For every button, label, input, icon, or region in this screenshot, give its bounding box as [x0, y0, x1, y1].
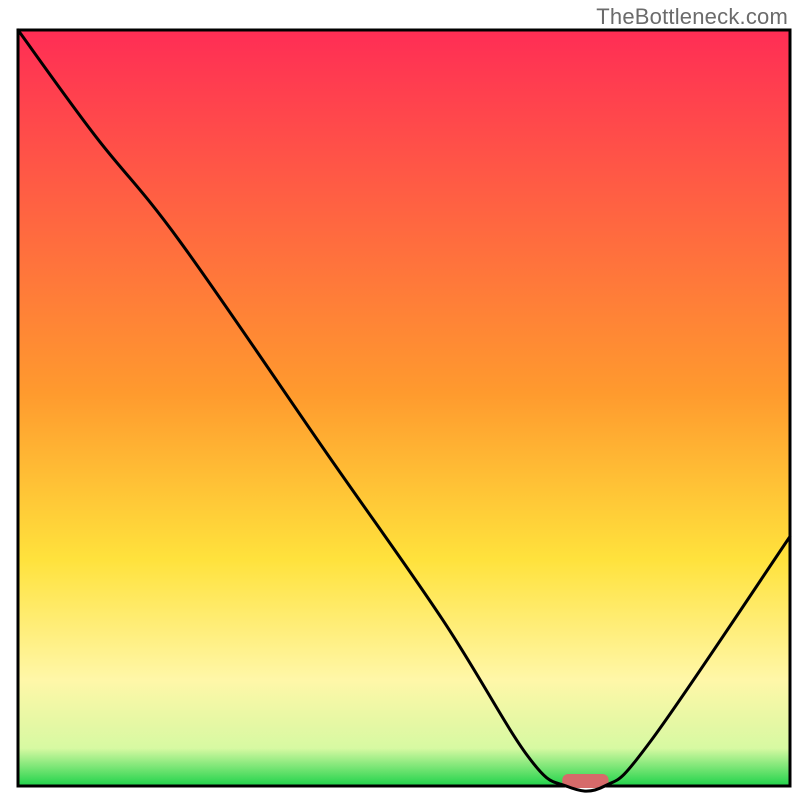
watermark-text: TheBottleneck.com [596, 4, 788, 30]
bottleneck-chart [0, 0, 800, 800]
plot-area [18, 30, 790, 786]
